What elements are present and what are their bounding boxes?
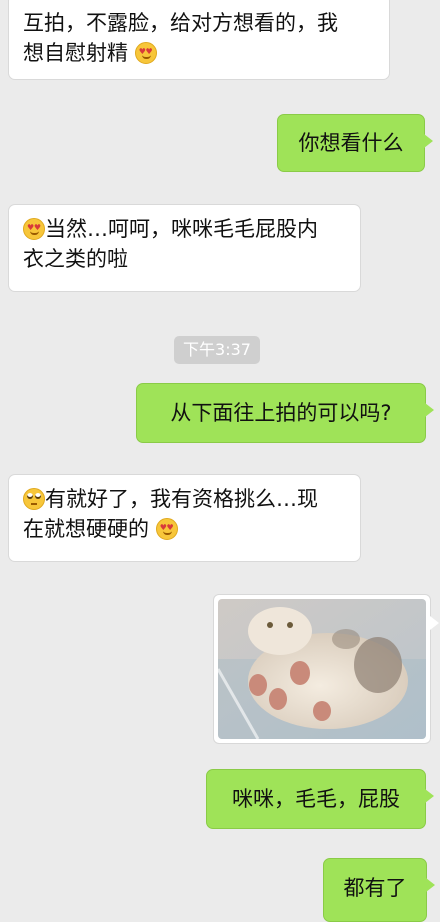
message-text: 有就好了，我有资格挑么…现 xyxy=(45,487,318,511)
cat-paw xyxy=(290,661,310,685)
outgoing-message-bubble[interactable]: 咪咪，毛毛，屁股 xyxy=(206,769,426,829)
message-text: 都有了 xyxy=(343,876,407,900)
message-text-line: 互拍，不露脸，给对方想看的，我 xyxy=(23,11,338,35)
bubble-tail xyxy=(430,616,439,630)
message-text: 当然…呵呵，咪咪毛毛屁股内 xyxy=(45,217,318,241)
cat-photo-image xyxy=(218,599,426,739)
message-text: 你想看什么 xyxy=(298,131,404,155)
cat-paw xyxy=(313,701,331,721)
outgoing-message-bubble[interactable]: 都有了 xyxy=(323,858,427,922)
outgoing-message-bubble[interactable]: 从下面往上拍的可以吗? xyxy=(136,383,426,443)
incoming-message-bubble[interactable]: ♥ ♥ 当然…呵呵，咪咪毛毛屁股内 衣之类的啦 xyxy=(8,204,361,292)
bubble-tail xyxy=(425,789,434,803)
cat-head xyxy=(248,607,312,655)
cat-patch xyxy=(354,637,402,693)
timestamp-pill: 下午3:37 xyxy=(174,336,260,364)
bubble-tail xyxy=(426,878,435,892)
incoming-message-bubble[interactable]: 互拍，不露脸，给对方想看的，我 想自慰射精 ♥ ♥ xyxy=(8,0,390,80)
outgoing-message-bubble[interactable]: 你想看什么 xyxy=(277,114,425,172)
cat-eye xyxy=(267,622,273,628)
incoming-message-bubble[interactable]: ..有就好了，我有资格挑么…现 在就想硬硬的 ♥♥ xyxy=(8,474,361,562)
message-text-line: 在就想硬硬的 ♥ ♥ xyxy=(23,514,346,544)
outgoing-image-message[interactable] xyxy=(213,594,431,744)
heart-eyes-emoji-icon: ♥ ♥ xyxy=(23,218,45,240)
cat-paw xyxy=(249,674,267,696)
cat-paw xyxy=(269,688,287,710)
heart-eyes-emoji-icon: ♥ ♥ xyxy=(155,518,178,540)
rolling-eyes-emoji-icon: .. xyxy=(23,488,45,510)
cat-eye xyxy=(287,622,293,628)
message-text-line: ♥ ♥ 当然…呵呵，咪咪毛毛屁股内 xyxy=(23,214,346,244)
message-text: 想自慰射精 xyxy=(23,41,128,65)
message-text-line: ..有就好了，我有资格挑么…现 xyxy=(23,484,346,514)
message-text: 咪咪，毛毛，屁股 xyxy=(232,787,400,811)
message-text: 在就想硬硬的 xyxy=(23,517,149,541)
message-text-line: 想自慰射精 ♥ ♥ xyxy=(23,38,375,68)
message-text-line: 衣之类的啦 xyxy=(23,247,128,271)
cat-patch xyxy=(332,629,360,649)
heart-eyes-emoji-icon: ♥ ♥ xyxy=(134,42,157,64)
bubble-tail xyxy=(424,134,433,148)
bubble-tail xyxy=(425,403,434,417)
message-text: 从下面往上拍的可以吗? xyxy=(170,401,392,425)
